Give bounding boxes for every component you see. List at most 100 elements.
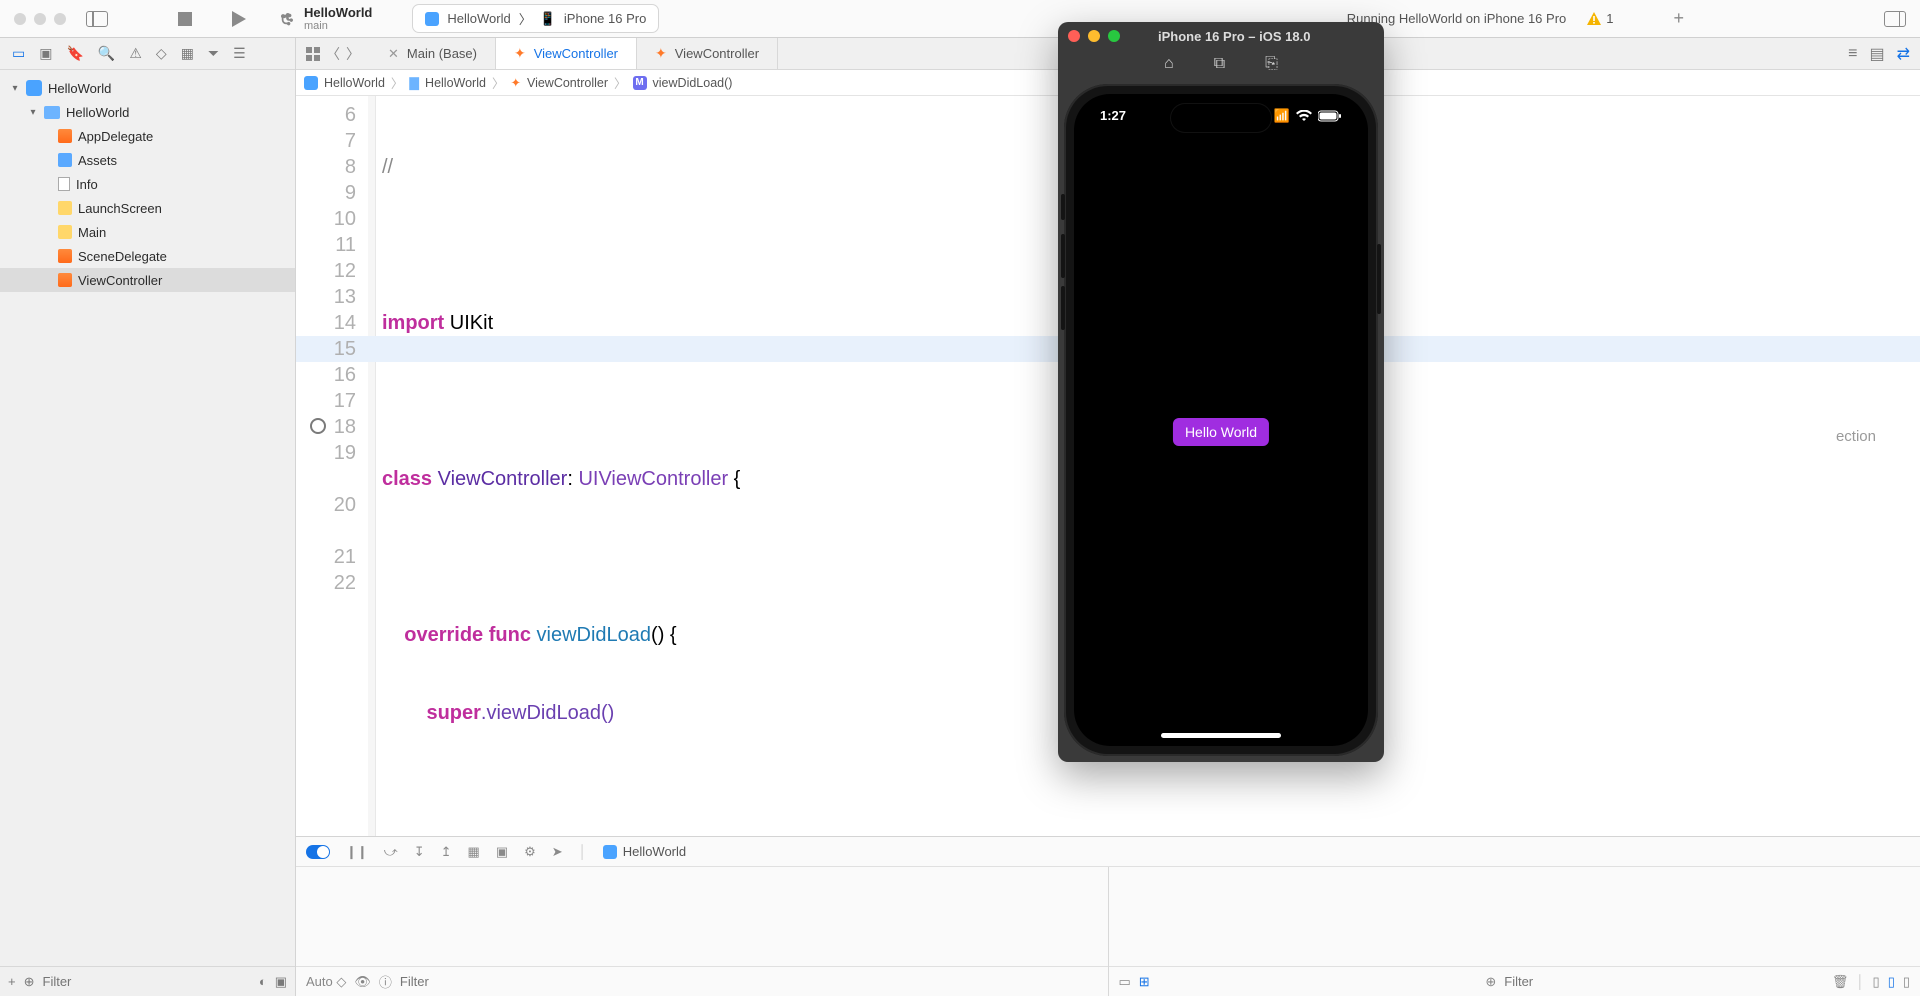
close-tab-icon[interactable]: ✕ bbox=[388, 46, 399, 62]
ibaction-connection-icon[interactable] bbox=[310, 418, 326, 434]
close-window-icon[interactable] bbox=[14, 13, 26, 25]
filter-scope-icon[interactable]: ⊕ bbox=[1485, 974, 1496, 990]
pause-button[interactable]: ❙❙ bbox=[346, 844, 368, 860]
auto-scope[interactable]: Auto ◇ bbox=[306, 974, 346, 990]
toggle-navigator-icon[interactable] bbox=[86, 11, 108, 27]
project-navigator-icon[interactable]: ▭ bbox=[12, 45, 25, 62]
breakpoints-toggle[interactable] bbox=[306, 845, 330, 859]
find-navigator-icon[interactable]: 🔍 bbox=[98, 45, 115, 62]
editor-tab[interactable]: ✦ ViewController bbox=[637, 38, 778, 69]
show-variables-icon[interactable]: ▯ bbox=[1873, 974, 1880, 990]
environment-overrides-icon[interactable]: ⚙ bbox=[524, 844, 536, 860]
screenshot-icon[interactable]: ⧉ bbox=[1214, 55, 1225, 73]
tree-group[interactable]: ▾ HelloWorld bbox=[0, 100, 295, 124]
test-navigator-icon[interactable]: ◇ bbox=[156, 45, 167, 62]
disclosure-triangle-icon[interactable]: ▾ bbox=[10, 83, 20, 94]
issue-navigator-icon[interactable]: ⚠ bbox=[129, 45, 142, 62]
inspector-placeholder-text: ection bbox=[1836, 428, 1876, 445]
navigator-selector-bar[interactable]: ▭ ▣ 🔖 🔍 ⚠ ◇ ▦ ⏷ ☰ bbox=[0, 38, 295, 70]
hide-debug-icon[interactable]: ▯ bbox=[1903, 974, 1910, 990]
jump-group[interactable]: HelloWorld bbox=[425, 76, 486, 90]
editor-options-icon[interactable]: ≡ bbox=[1848, 45, 1857, 63]
rotate-icon[interactable]: ⎘ bbox=[1265, 55, 1278, 73]
debug-memory-graph-icon[interactable]: ▣ bbox=[496, 844, 508, 860]
bookmark-navigator-icon[interactable]: 🔖 bbox=[66, 45, 83, 62]
jump-project[interactable]: HelloWorld bbox=[324, 76, 385, 90]
scheme-selector[interactable]: HelloWorld main bbox=[280, 5, 372, 32]
source-control-navigator-icon[interactable]: ▣ bbox=[39, 45, 52, 62]
folder-icon: ▇ bbox=[409, 75, 419, 90]
console-output-icon[interactable]: ▭ bbox=[1119, 974, 1131, 990]
jump-symbol[interactable]: viewDidLoad() bbox=[653, 76, 733, 90]
navigator-filter-input[interactable] bbox=[43, 974, 251, 989]
editor-tab[interactable]: ✕ Main (Base) bbox=[370, 38, 496, 69]
show-console-icon[interactable]: ▯ bbox=[1888, 974, 1895, 990]
swift-file-icon: ✦ bbox=[514, 45, 526, 62]
debug-navigator-icon[interactable]: ▦ bbox=[181, 45, 194, 62]
toggle-inspector-icon[interactable] bbox=[1884, 11, 1906, 27]
debug-process[interactable]: HelloWorld bbox=[603, 844, 686, 859]
minimize-window-icon[interactable] bbox=[1088, 30, 1100, 42]
console-view[interactable]: ▭ ⊞ ⊕ 🗑 │ ▯ ▯ ▯ bbox=[1109, 867, 1920, 996]
hello-world-button[interactable]: Hello World bbox=[1173, 418, 1269, 446]
disclosure-triangle-icon[interactable]: ▾ bbox=[28, 107, 38, 118]
new-tab-button[interactable]: + bbox=[1673, 8, 1684, 29]
go-forward-button[interactable]: 〉 bbox=[346, 44, 360, 64]
file-name: Main bbox=[78, 225, 106, 240]
simulate-location-icon[interactable]: ➤ bbox=[552, 844, 563, 860]
home-button-icon[interactable]: ⌂ bbox=[1164, 55, 1174, 73]
code-fold-ribbon[interactable] bbox=[368, 96, 376, 836]
swift-file-icon: ✦ bbox=[510, 75, 520, 90]
file-name: SceneDelegate bbox=[78, 249, 167, 264]
jump-file[interactable]: ViewController bbox=[527, 76, 608, 90]
minimize-window-icon[interactable] bbox=[34, 13, 46, 25]
folder-icon bbox=[44, 106, 60, 119]
step-out-button[interactable]: ↥ bbox=[441, 844, 452, 860]
mute-switch[interactable] bbox=[1061, 194, 1065, 220]
run-destination-selector[interactable]: HelloWorld 〉 📱 iPhone 16 Pro bbox=[412, 4, 659, 33]
file-name: Info bbox=[76, 177, 98, 192]
add-button[interactable]: + bbox=[8, 974, 16, 989]
recent-filter-icon[interactable]: ◐ bbox=[259, 974, 267, 989]
variables-filter-input[interactable] bbox=[400, 974, 1098, 989]
report-navigator-icon[interactable]: ☰ bbox=[233, 45, 246, 62]
debug-view-hierarchy-icon[interactable]: ▦ bbox=[468, 844, 480, 860]
minimap-icon[interactable]: ▤ bbox=[1869, 44, 1884, 64]
issues-badge[interactable]: 1 bbox=[1586, 11, 1613, 27]
breakpoint-navigator-icon[interactable]: ⏷ bbox=[208, 45, 219, 62]
tab-label: Main (Base) bbox=[407, 46, 477, 61]
project-navigator-tree[interactable]: ▾ HelloWorld ▾ HelloWorld AppDelegate As… bbox=[0, 70, 295, 966]
zoom-window-icon[interactable] bbox=[54, 13, 66, 25]
tree-file[interactable]: Assets bbox=[0, 148, 295, 172]
zoom-window-icon[interactable] bbox=[1108, 30, 1120, 42]
editor-tab-active[interactable]: ✦ ViewController bbox=[496, 38, 637, 69]
swift-file-icon bbox=[58, 129, 72, 143]
variables-view[interactable]: Auto ◇ 👁 ⓘ bbox=[296, 867, 1109, 996]
close-window-icon[interactable] bbox=[1068, 30, 1080, 42]
tree-file[interactable]: AppDelegate bbox=[0, 124, 295, 148]
trash-icon[interactable]: 🗑 bbox=[1832, 974, 1849, 990]
adjust-editor-icon[interactable]: ⇄ bbox=[1897, 44, 1910, 64]
tree-file[interactable]: Main bbox=[0, 220, 295, 244]
scm-filter-icon[interactable]: ▣ bbox=[275, 974, 287, 990]
line-number-gutter[interactable]: 67891011121314151617 18 19202122 bbox=[296, 96, 368, 836]
run-button[interactable] bbox=[232, 11, 246, 27]
eye-icon[interactable]: 👁 bbox=[354, 974, 371, 990]
tree-file-selected[interactable]: ViewController bbox=[0, 268, 295, 292]
device-screen[interactable]: 1:27 📶 Hello World bbox=[1074, 94, 1368, 746]
console-filter-input[interactable] bbox=[1504, 974, 1824, 989]
metadata-icon[interactable]: ⊞ bbox=[1139, 974, 1150, 990]
filter-scope-icon[interactable]: ⊕ bbox=[24, 974, 35, 990]
go-back-button[interactable]: 〈 bbox=[326, 44, 340, 64]
tree-file[interactable]: Info bbox=[0, 172, 295, 196]
tree-file[interactable]: SceneDelegate bbox=[0, 244, 295, 268]
window-traffic-lights[interactable] bbox=[0, 13, 66, 25]
tree-file[interactable]: LaunchScreen bbox=[0, 196, 295, 220]
home-indicator[interactable] bbox=[1161, 733, 1281, 738]
info-icon[interactable]: ⓘ bbox=[379, 972, 392, 991]
stop-button[interactable] bbox=[178, 12, 192, 26]
step-into-button[interactable]: ↧ bbox=[414, 844, 425, 860]
related-items-icon[interactable] bbox=[306, 47, 320, 61]
step-over-button[interactable]: ⤻ bbox=[384, 844, 398, 860]
tree-project-root[interactable]: ▾ HelloWorld bbox=[0, 76, 295, 100]
